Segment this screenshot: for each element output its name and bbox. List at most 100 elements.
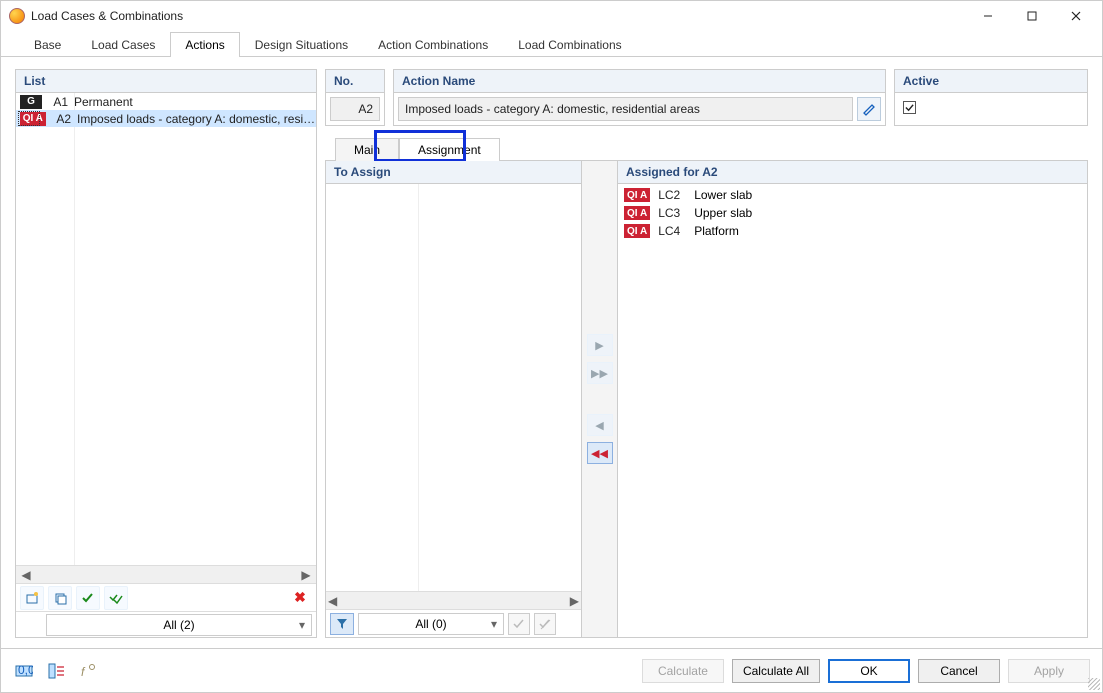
move-right-button[interactable]: ▶ [587, 334, 613, 356]
resize-grip[interactable] [1088, 678, 1100, 690]
badge-permanent: G [20, 95, 42, 109]
list-toolbar: ✖ [16, 583, 316, 611]
function-icon[interactable]: f [77, 660, 99, 682]
svg-text:f: f [81, 665, 86, 679]
assigned-name: Platform [694, 224, 739, 238]
active-header: Active [895, 70, 1087, 93]
list-area[interactable]: G A1 Permanent QI A A2 Imposed loads - c… [16, 93, 316, 565]
check-one-button[interactable] [76, 586, 100, 610]
calculate-all-button[interactable]: Calculate All [732, 659, 820, 683]
subtab-main[interactable]: Main [335, 138, 399, 161]
close-button[interactable] [1054, 2, 1098, 30]
list-header: List [16, 70, 316, 93]
window-buttons [966, 2, 1098, 30]
list-name: Permanent [74, 95, 133, 109]
delete-button[interactable]: ✖ [288, 586, 312, 610]
tab-actions[interactable]: Actions [170, 32, 239, 57]
assign-transfer-buttons: ▶ ▶▶ ◀ ◀◀ [582, 161, 618, 637]
new-item-button[interactable] [20, 586, 44, 610]
to-assign-header: To Assign [326, 161, 581, 184]
assigned-row-lc3[interactable]: QI A LC3 Upper slab [624, 204, 1081, 222]
list-row-a1[interactable]: G A1 Permanent [16, 93, 316, 110]
badge-icon: QI A [624, 188, 650, 202]
no-box: No. A2 [325, 69, 385, 126]
to-assign-hscrollbar[interactable]: ◀ ▶ [326, 591, 581, 609]
list-panel: List G A1 Permanent QI A A2 Imposed load… [15, 69, 317, 638]
list-row-a2[interactable]: QI A A2 Imposed loads - category A: dome… [16, 110, 316, 127]
move-all-right-button[interactable]: ▶▶ [587, 362, 613, 384]
assigned-column: Assigned for A2 QI A LC2 Lower slab QI A… [618, 161, 1087, 637]
subtab-bar: Main Assignment [325, 136, 1088, 161]
list-code: A2 [52, 112, 71, 126]
assigned-code: LC3 [658, 206, 686, 220]
assigned-row-lc4[interactable]: QI A LC4 Platform [624, 222, 1081, 240]
maximize-button[interactable] [1010, 2, 1054, 30]
check-all-button[interactable] [104, 586, 128, 610]
calculate-button[interactable]: Calculate [642, 659, 724, 683]
active-box: Active [894, 69, 1088, 126]
chevron-down-icon: ▾ [491, 617, 497, 631]
to-assign-divider [418, 184, 419, 591]
content-area: List G A1 Permanent QI A A2 Imposed load… [1, 59, 1102, 648]
assigned-name: Lower slab [694, 188, 752, 202]
right-panel: No. A2 Action Name Active Main Assignmen… [325, 69, 1088, 638]
properties-row: No. A2 Action Name Active [325, 69, 1088, 126]
filter-button[interactable] [330, 613, 354, 635]
scroll-right-icon[interactable]: ▶ [298, 568, 314, 582]
tab-design-situations[interactable]: Design Situations [240, 32, 363, 57]
action-name-input[interactable] [398, 97, 853, 121]
badge-imposed: QI A [20, 112, 46, 126]
titlebar: Load Cases & Combinations [1, 1, 1102, 31]
units-icon[interactable]: 0,00 [13, 660, 35, 682]
assigned-list[interactable]: QI A LC2 Lower slab QI A LC3 Upper slab … [618, 184, 1087, 637]
to-assign-filter-text: All (0) [415, 617, 446, 631]
assigned-name: Upper slab [694, 206, 752, 220]
ok-button[interactable]: OK [828, 659, 910, 683]
tab-load-cases[interactable]: Load Cases [76, 32, 170, 57]
app-icon [9, 8, 25, 24]
assigned-code: LC2 [658, 188, 686, 202]
to-assign-column: To Assign ◀ ▶ All (0) ▾ [326, 161, 582, 637]
list-filter-row: All (2) ▾ [16, 611, 316, 637]
move-left-button[interactable]: ◀ [587, 414, 613, 436]
no-value: A2 [330, 97, 380, 121]
select-all-button[interactable] [508, 613, 530, 635]
action-name-header: Action Name [394, 70, 885, 93]
footer-buttons: Calculate Calculate All OK Cancel Apply [642, 659, 1090, 683]
chevron-down-icon: ▾ [299, 618, 305, 632]
active-checkbox[interactable] [903, 101, 916, 114]
assignment-body: To Assign ◀ ▶ All (0) ▾ [325, 161, 1088, 638]
list-filter-text: All (2) [163, 618, 194, 632]
tab-load-combinations[interactable]: Load Combinations [503, 32, 636, 57]
no-header: No. [326, 70, 384, 93]
badge-icon: QI A [624, 206, 650, 220]
badge-icon: QI A [624, 224, 650, 238]
window-title: Load Cases & Combinations [31, 9, 966, 23]
move-all-left-button[interactable]: ◀◀ [587, 442, 613, 464]
scroll-right-icon[interactable]: ▶ [570, 594, 579, 608]
tab-action-combinations[interactable]: Action Combinations [363, 32, 503, 57]
to-assign-list[interactable] [326, 184, 581, 591]
action-name-box: Action Name [393, 69, 886, 126]
list-divider [74, 93, 75, 565]
to-assign-filter-combo[interactable]: All (0) ▾ [358, 613, 504, 635]
minimize-button[interactable] [966, 2, 1010, 30]
footer-left-icons: 0,00 f [13, 660, 99, 682]
copy-item-button[interactable] [48, 586, 72, 610]
select-inverse-button[interactable] [534, 613, 556, 635]
assigned-row-lc2[interactable]: QI A LC2 Lower slab [624, 186, 1081, 204]
cancel-button[interactable]: Cancel [918, 659, 1000, 683]
scroll-left-icon[interactable]: ◀ [328, 594, 337, 608]
details-icon[interactable] [45, 660, 67, 682]
tab-base[interactable]: Base [19, 32, 76, 57]
subtab-assignment[interactable]: Assignment [399, 138, 500, 161]
scroll-left-icon[interactable]: ◀ [18, 568, 34, 582]
list-filter-combo[interactable]: All (2) ▾ [46, 614, 312, 636]
edit-name-button[interactable] [857, 97, 881, 121]
assigned-code: LC4 [658, 224, 686, 238]
list-hscrollbar[interactable]: ◀ ▶ [16, 565, 316, 583]
list-name: Imposed loads - category A: domestic, re… [77, 112, 316, 126]
to-assign-filter-row: All (0) ▾ [326, 609, 581, 637]
footer: 0,00 f Calculate Calculate All OK Cancel… [1, 648, 1102, 692]
apply-button[interactable]: Apply [1008, 659, 1090, 683]
